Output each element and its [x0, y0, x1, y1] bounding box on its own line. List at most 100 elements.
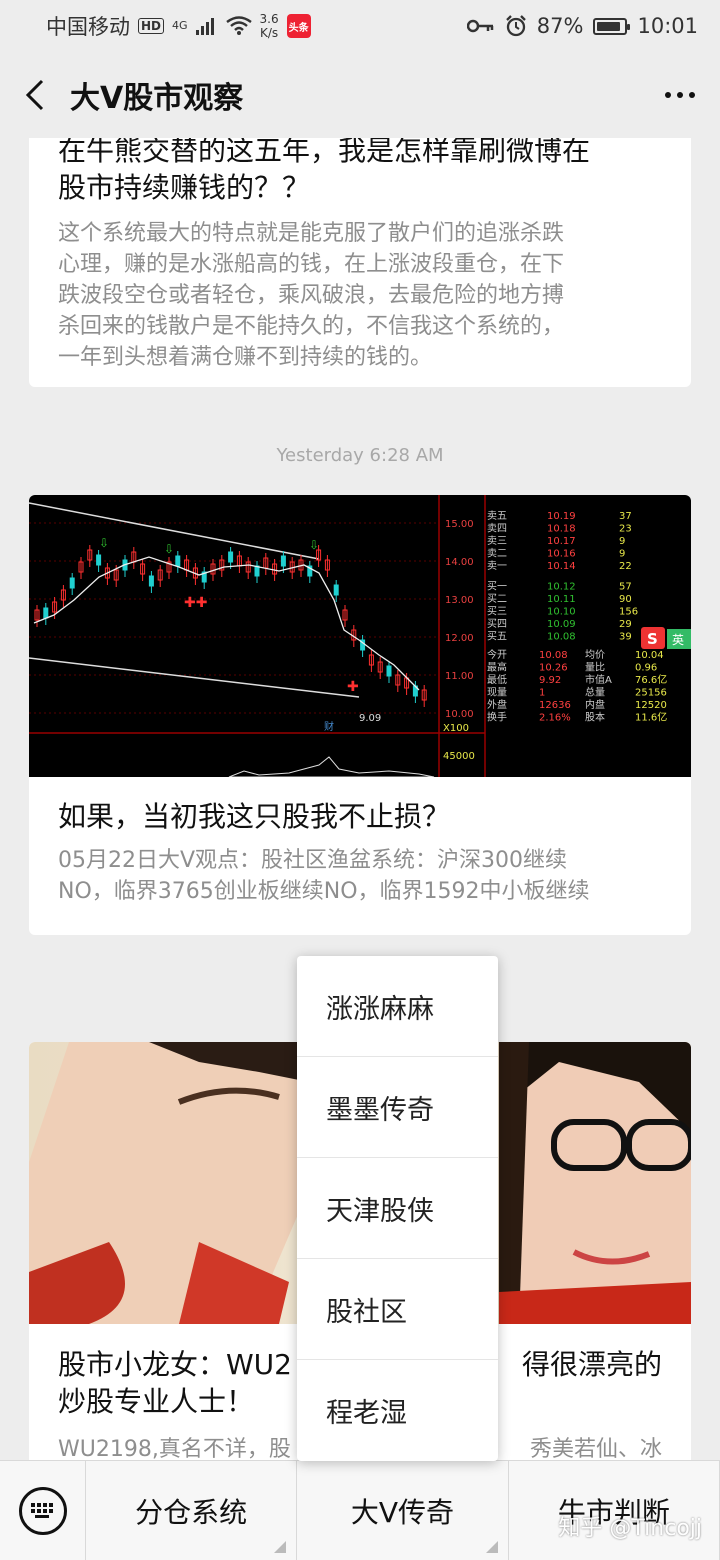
price-axis-label: 12.00: [445, 633, 474, 644]
quote-cell: 2.16%: [539, 713, 571, 724]
quote-cell: 9: [619, 549, 625, 560]
carrier-name: 中国移动: [46, 15, 130, 39]
summary-line: 跌波段空仓或者轻仓，乘风破浪，去最危险的地方搏: [58, 283, 565, 308]
quote-cell: 76.6亿: [635, 673, 667, 686]
zhihu-watermark: 知乎 @Tincojj: [558, 1516, 702, 1541]
quote-cell: 最低: [487, 673, 507, 686]
submenu-indicator-icon: [274, 1540, 287, 1553]
status-bar: 中国移动 HD 4G 3.6 K/s 头条 87% 10:01: [0, 0, 720, 52]
article-card[interactable]: 在牛熊交替的这五年，我是怎样靠刷微博在 股市持续赚钱的？？ 这个系统最大的特点就…: [29, 138, 691, 387]
quote-cell: 156: [619, 607, 638, 618]
candle-body: [148, 575, 154, 587]
svg-text:✚✚: ✚✚: [184, 595, 207, 611]
price-axis-labels: 15.00 14.00 13.00 12.00 11.00 10.00: [445, 519, 474, 720]
quote-cell: 0.96: [635, 663, 657, 674]
price-axis-label: 14.00: [445, 557, 474, 568]
quote-cell: 10.08: [547, 632, 576, 643]
app-badge-text: 头条: [288, 22, 309, 34]
stock-chart-image: ✚✚ ✚ ⇩ ⇩ ⇩ 9.09 财 15.00 14.00 13.00 12.00 11…: [29, 495, 691, 777]
more-dot-icon: [689, 92, 695, 98]
toutiao-app-icon: 头条: [286, 14, 311, 38]
candlestick-group: [34, 545, 427, 707]
quote-cell: 10.08: [539, 650, 568, 661]
svg-text:⇩: ⇩: [99, 536, 109, 550]
keyboard-icon: [18, 1486, 67, 1535]
back-button[interactable]: [0, 52, 70, 138]
volume-label: 45000: [443, 751, 475, 762]
quote-cell: 市值A: [585, 673, 612, 686]
nav-bar: 大V股市观察: [0, 52, 720, 138]
more-options-button[interactable]: [640, 52, 720, 138]
svg-text:✚: ✚: [347, 679, 359, 695]
candle-body: [228, 551, 234, 563]
candle-body: [386, 665, 392, 677]
quote-cell: 9.92: [539, 675, 561, 686]
quote-cell: 均价: [585, 649, 605, 661]
submenu-item-gushequ[interactable]: 股社区: [297, 1259, 498, 1360]
summary-line: NO，临界3765创业板继续NO，临界1592中小板继续: [58, 879, 590, 904]
quote-cell: 10.16: [547, 549, 576, 560]
quote-cell: 9: [619, 536, 625, 547]
network-speed: 3.6 K/s: [260, 12, 279, 40]
submenu-item-momo[interactable]: 墨墨传奇: [297, 1057, 498, 1158]
scale-label: X100: [443, 723, 469, 734]
candle-body: [96, 554, 102, 566]
quote-cell: 卖五: [487, 510, 507, 522]
quote-cell: 10.11: [547, 594, 576, 605]
quote-cell: 今开: [487, 648, 507, 661]
quote-cell: 10.04: [635, 650, 664, 661]
quote-cell: 现量: [487, 687, 507, 699]
speed-value: 3.6: [259, 12, 279, 26]
quote-cell: 1: [539, 688, 545, 699]
quote-cell: 23: [619, 524, 632, 535]
price-axis-label: 13.00: [445, 595, 474, 606]
quote-cell: 卖一: [487, 560, 507, 572]
signal-icon: [195, 18, 214, 35]
menu-tab-fencang[interactable]: 分仓系统: [86, 1460, 298, 1560]
quote-cell: 买三: [487, 606, 507, 618]
submenu-item-tianjin[interactable]: 天津股侠: [297, 1158, 498, 1259]
price-axis-label: 10.00: [445, 709, 474, 720]
status-left: 中国移动 HD 4G 3.6 K/s 头条: [46, 11, 311, 41]
article-title: 在牛熊交替的这五年，我是怎样靠刷微博在 股市持续赚钱的？？: [29, 138, 691, 206]
badge-text: 英: [672, 633, 684, 647]
summary-line: 心理，赚的是水涨船高的钱，在上涨波段重仓，在下: [58, 252, 565, 277]
summary-part: WU2198,真名不详，股: [58, 1437, 291, 1460]
quote-cell: 57: [619, 582, 632, 593]
svg-text:⇩: ⇩: [309, 538, 319, 552]
price-axis-label: 11.00: [445, 671, 474, 682]
menu-tab-dav[interactable]: 大V传奇: [297, 1460, 509, 1560]
article-summary: 05月22日大V观点：股社区渔盆系统：沪深300继续 NO，临界3765创业板继…: [29, 845, 691, 907]
quote-cell: 卖四: [487, 523, 507, 535]
article-summary: 这个系统最大的特点就是能克服了散户们的追涨杀跌 心理，赚的是水涨船高的钱，在上涨…: [29, 218, 691, 373]
wifi-icon: [225, 16, 252, 35]
back-arrow-icon: [25, 79, 44, 111]
quote-cell: 39: [619, 632, 632, 643]
summary-line: 05月22日大V观点：股社区渔盆系统：沪深300继续: [58, 848, 568, 873]
quote-cell: 12520: [635, 700, 667, 711]
clock: 10:01: [637, 14, 698, 38]
title-part: 得很漂亮的: [521, 1348, 662, 1381]
candle-body: [333, 584, 339, 596]
battery-icon: [593, 17, 631, 35]
submenu-item-zhangzhang[interactable]: 涨涨麻麻: [297, 956, 498, 1057]
speed-unit: K/s: [260, 26, 279, 40]
keyboard-toggle-button[interactable]: [0, 1460, 86, 1560]
quote-cell: 37: [619, 511, 632, 522]
article-card[interactable]: ✚✚ ✚ ⇩ ⇩ ⇩ 9.09 财 15.00 14.00 13.00 12.00 11…: [29, 495, 691, 935]
stock-kline-graphic: ✚✚ ✚ ⇩ ⇩ ⇩ 9.09 财 15.0014.0013.0012.0011…: [29, 495, 691, 777]
summary-line: 杀回来的钱散户是不能持久的，不信我这个系统的，: [58, 314, 565, 339]
candle-body: [69, 577, 75, 589]
menu-tab-label: 分仓系统: [135, 1495, 248, 1529]
menu-tab-label: 大V传奇: [350, 1495, 455, 1529]
message-timestamp: Yesterday 6:28 AM: [276, 445, 444, 466]
quote-cell: 12636: [539, 700, 571, 711]
battery-percent: 87%: [536, 14, 584, 38]
summary-part: 秀美若仙、冰: [529, 1437, 662, 1460]
quote-cell: 总量: [585, 686, 605, 699]
submenu-item-chenglaoshi[interactable]: 程老湿: [297, 1360, 498, 1461]
quote-cell: 10.09: [547, 619, 576, 630]
summary-line: 这个系统最大的特点就是能克服了散户们的追涨杀跌: [58, 221, 565, 246]
quote-cell: 买一: [487, 581, 507, 593]
bottom-menu-bar: 分仓系统 大V传奇 牛市判断 知乎 @Tincojj: [0, 1460, 720, 1560]
